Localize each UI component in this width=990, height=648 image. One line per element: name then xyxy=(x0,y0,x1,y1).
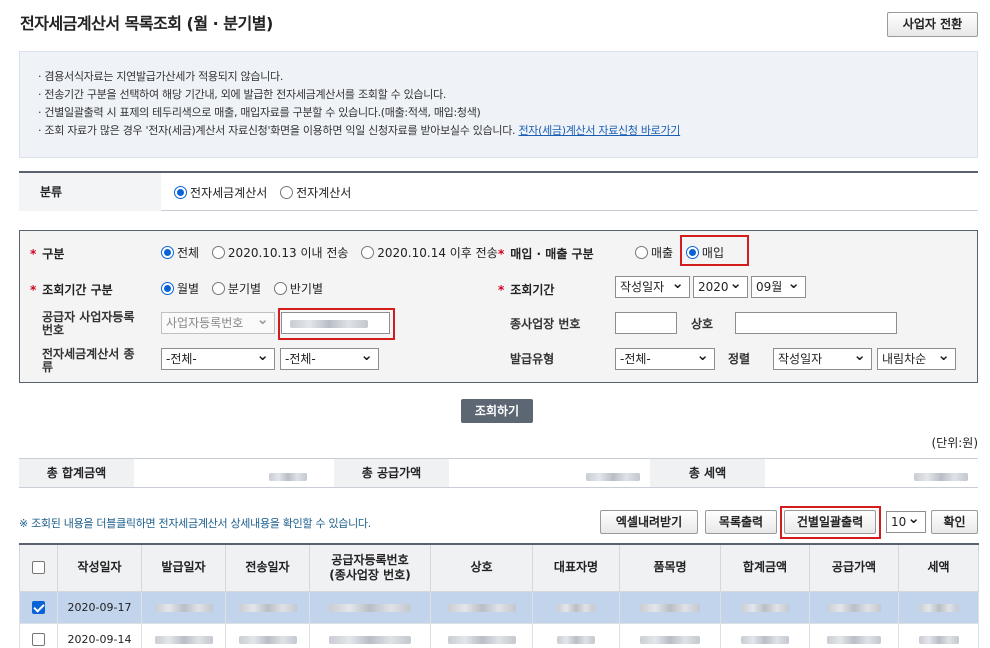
notice-line: · 조회 자료가 많은 경우 '전자(세금)계산서 자료신청'화면을 이용하면 … xyxy=(38,122,977,140)
confirm-button[interactable]: 확인 xyxy=(931,510,978,534)
radio-type-after[interactable]: 2020.10.14 이후 전송 xyxy=(361,244,498,261)
notice-line: · 겸용서식자료는 지연발급가산세가 적용되지 않습니다. xyxy=(38,70,284,83)
notice-text: · 조회 자료가 많은 경우 '전자(세금)계산서 자료신청'화면을 이용하면 … xyxy=(38,124,519,137)
radio-half-year[interactable]: 반기별 xyxy=(273,280,323,297)
radio-quarterly[interactable]: 분기별 xyxy=(211,280,261,297)
total-tax-label: 총 세액 xyxy=(650,459,765,487)
notice-line: · 전송기간 구분을 선택하여 해당 기간내, 외에 발급한 전자세금계산서를 … xyxy=(38,88,447,101)
radio-electronic-invoice[interactable]: 전자계산서 xyxy=(280,184,351,201)
col-header: 전송일자 xyxy=(225,543,310,592)
sort-order-select[interactable]: 내림차순 xyxy=(877,348,956,370)
invoice-table: 작성일자 발급일자 전송일자 공급자등록번호 (종사업장 번호) 상호 대표자명… xyxy=(19,543,979,648)
select-all-checkbox[interactable] xyxy=(32,561,45,575)
select-all-cell[interactable] xyxy=(19,543,58,592)
supplier-type-select[interactable]: 사업자등록번호 xyxy=(161,312,275,334)
notice-line: · 건별일괄출력 시 표제의 테두리색으로 매출, 매입자료를 구분할 수 있습… xyxy=(38,106,481,119)
purchase-highlight xyxy=(680,235,749,266)
issue-type-select[interactable]: -전체- xyxy=(615,348,715,370)
period-type-label: * 조회기간 구분 xyxy=(30,283,113,297)
radio-icon xyxy=(211,282,225,295)
invoice-type-select-b[interactable]: -전체- xyxy=(280,348,379,370)
switch-business-button[interactable]: 사업자 전환 xyxy=(887,12,978,37)
total-amount-label: 총 합계금액 xyxy=(19,459,134,487)
col-header: 발급일자 xyxy=(141,543,226,592)
col-header: 공급가액 xyxy=(809,543,899,592)
excel-download-button[interactable]: 엑셀내려받기 xyxy=(600,510,698,534)
table-row[interactable]: 2020-09-17 xyxy=(19,590,979,624)
print-list-button[interactable]: 목록출력 xyxy=(705,510,777,534)
summary-bar: 총 합계금액 총 공급가액 총 세액 xyxy=(19,458,978,488)
row-checkbox[interactable] xyxy=(32,600,45,614)
date-basis-select[interactable]: 작성일자 xyxy=(615,276,690,298)
radio-icon xyxy=(161,282,174,295)
supplier-label: 공급자 사업자등록번호 xyxy=(42,310,135,337)
radio-type-all[interactable]: 전체 xyxy=(161,244,199,261)
double-click-hint: ※ 조회된 내용을 더블클릭하면 전자세금계산서 상세내용을 확인할 수 있습니… xyxy=(19,517,371,530)
radio-icon xyxy=(361,246,375,259)
col-header: 작성일자 xyxy=(57,543,142,592)
company-label: 상호 xyxy=(691,317,714,331)
notice-box: · 겸용서식자료는 지연발급가산세가 적용되지 않습니다. · 전송기간 구분을… xyxy=(19,51,978,158)
total-tax-value xyxy=(914,469,968,483)
total-supply-label: 총 공급가액 xyxy=(334,459,449,487)
col-header: 세액 xyxy=(898,543,979,592)
type-label: * 구분 xyxy=(30,247,65,261)
batch-print-highlight xyxy=(780,506,881,539)
classification-row: 분류 전자세금계산서 전자계산서 xyxy=(19,171,978,211)
radio-electronic-tax-invoice[interactable]: 전자세금계산서 xyxy=(174,184,267,201)
classification-label: 분류 xyxy=(19,173,161,211)
table-row[interactable]: 2020-09-14 xyxy=(19,622,979,648)
branch-label: 종사업장 번호 xyxy=(510,317,581,331)
total-amount-value xyxy=(269,469,307,483)
invoice-type-label: 전자세금계산서 종류 xyxy=(42,347,135,374)
search-panel: * 구분 전체 2020.10.13 이내 전송 2020.10.14 이후 전송… xyxy=(19,230,978,383)
invoice-type-select-a[interactable]: -전체- xyxy=(161,348,275,370)
supplier-number-highlight xyxy=(278,308,395,340)
branch-number-input[interactable] xyxy=(615,312,677,334)
row-checkbox[interactable] xyxy=(32,632,45,646)
trade-label: * 매입 · 매출 구분 xyxy=(498,247,594,261)
radio-sales[interactable]: 매출 xyxy=(635,244,673,261)
radio-monthly[interactable]: 월별 xyxy=(161,280,199,297)
search-button[interactable]: 조회하기 xyxy=(461,399,533,423)
row-date: 2020-09-14 xyxy=(57,622,142,648)
total-supply-value xyxy=(586,469,640,483)
row-date: 2020-09-17 xyxy=(57,590,142,624)
year-select[interactable]: 2020 xyxy=(693,276,748,298)
radio-icon xyxy=(280,186,294,199)
radio-icon xyxy=(161,246,174,259)
sort-field-select[interactable]: 작성일자 xyxy=(773,348,872,370)
data-request-link[interactable]: 전자(세금)계산서 자료신청 바로가기 xyxy=(518,124,680,137)
sort-label: 정렬 xyxy=(728,352,751,366)
month-select[interactable]: 09월 xyxy=(751,276,806,298)
issue-type-label: 발급유형 xyxy=(510,352,555,366)
radio-icon xyxy=(635,246,648,259)
period-label: * 조회기간 xyxy=(498,283,555,297)
col-header: 품목명 xyxy=(619,543,721,592)
col-header: 상호 xyxy=(430,543,533,592)
col-header: 공급자등록번호 (종사업장 번호) xyxy=(309,543,431,592)
col-header: 합계금액 xyxy=(720,543,810,592)
unit-label: (단위:원) xyxy=(931,436,978,450)
radio-icon xyxy=(174,186,187,199)
radio-icon xyxy=(211,246,225,259)
col-header: 대표자명 xyxy=(532,543,620,592)
radio-type-before[interactable]: 2020.10.13 이내 전송 xyxy=(211,244,348,261)
radio-icon xyxy=(273,282,287,295)
page-title: 전자세금계산서 목록조회 (월 · 분기별) xyxy=(20,14,273,33)
company-input[interactable] xyxy=(735,312,897,334)
page-size-select[interactable]: 10 xyxy=(886,511,926,533)
